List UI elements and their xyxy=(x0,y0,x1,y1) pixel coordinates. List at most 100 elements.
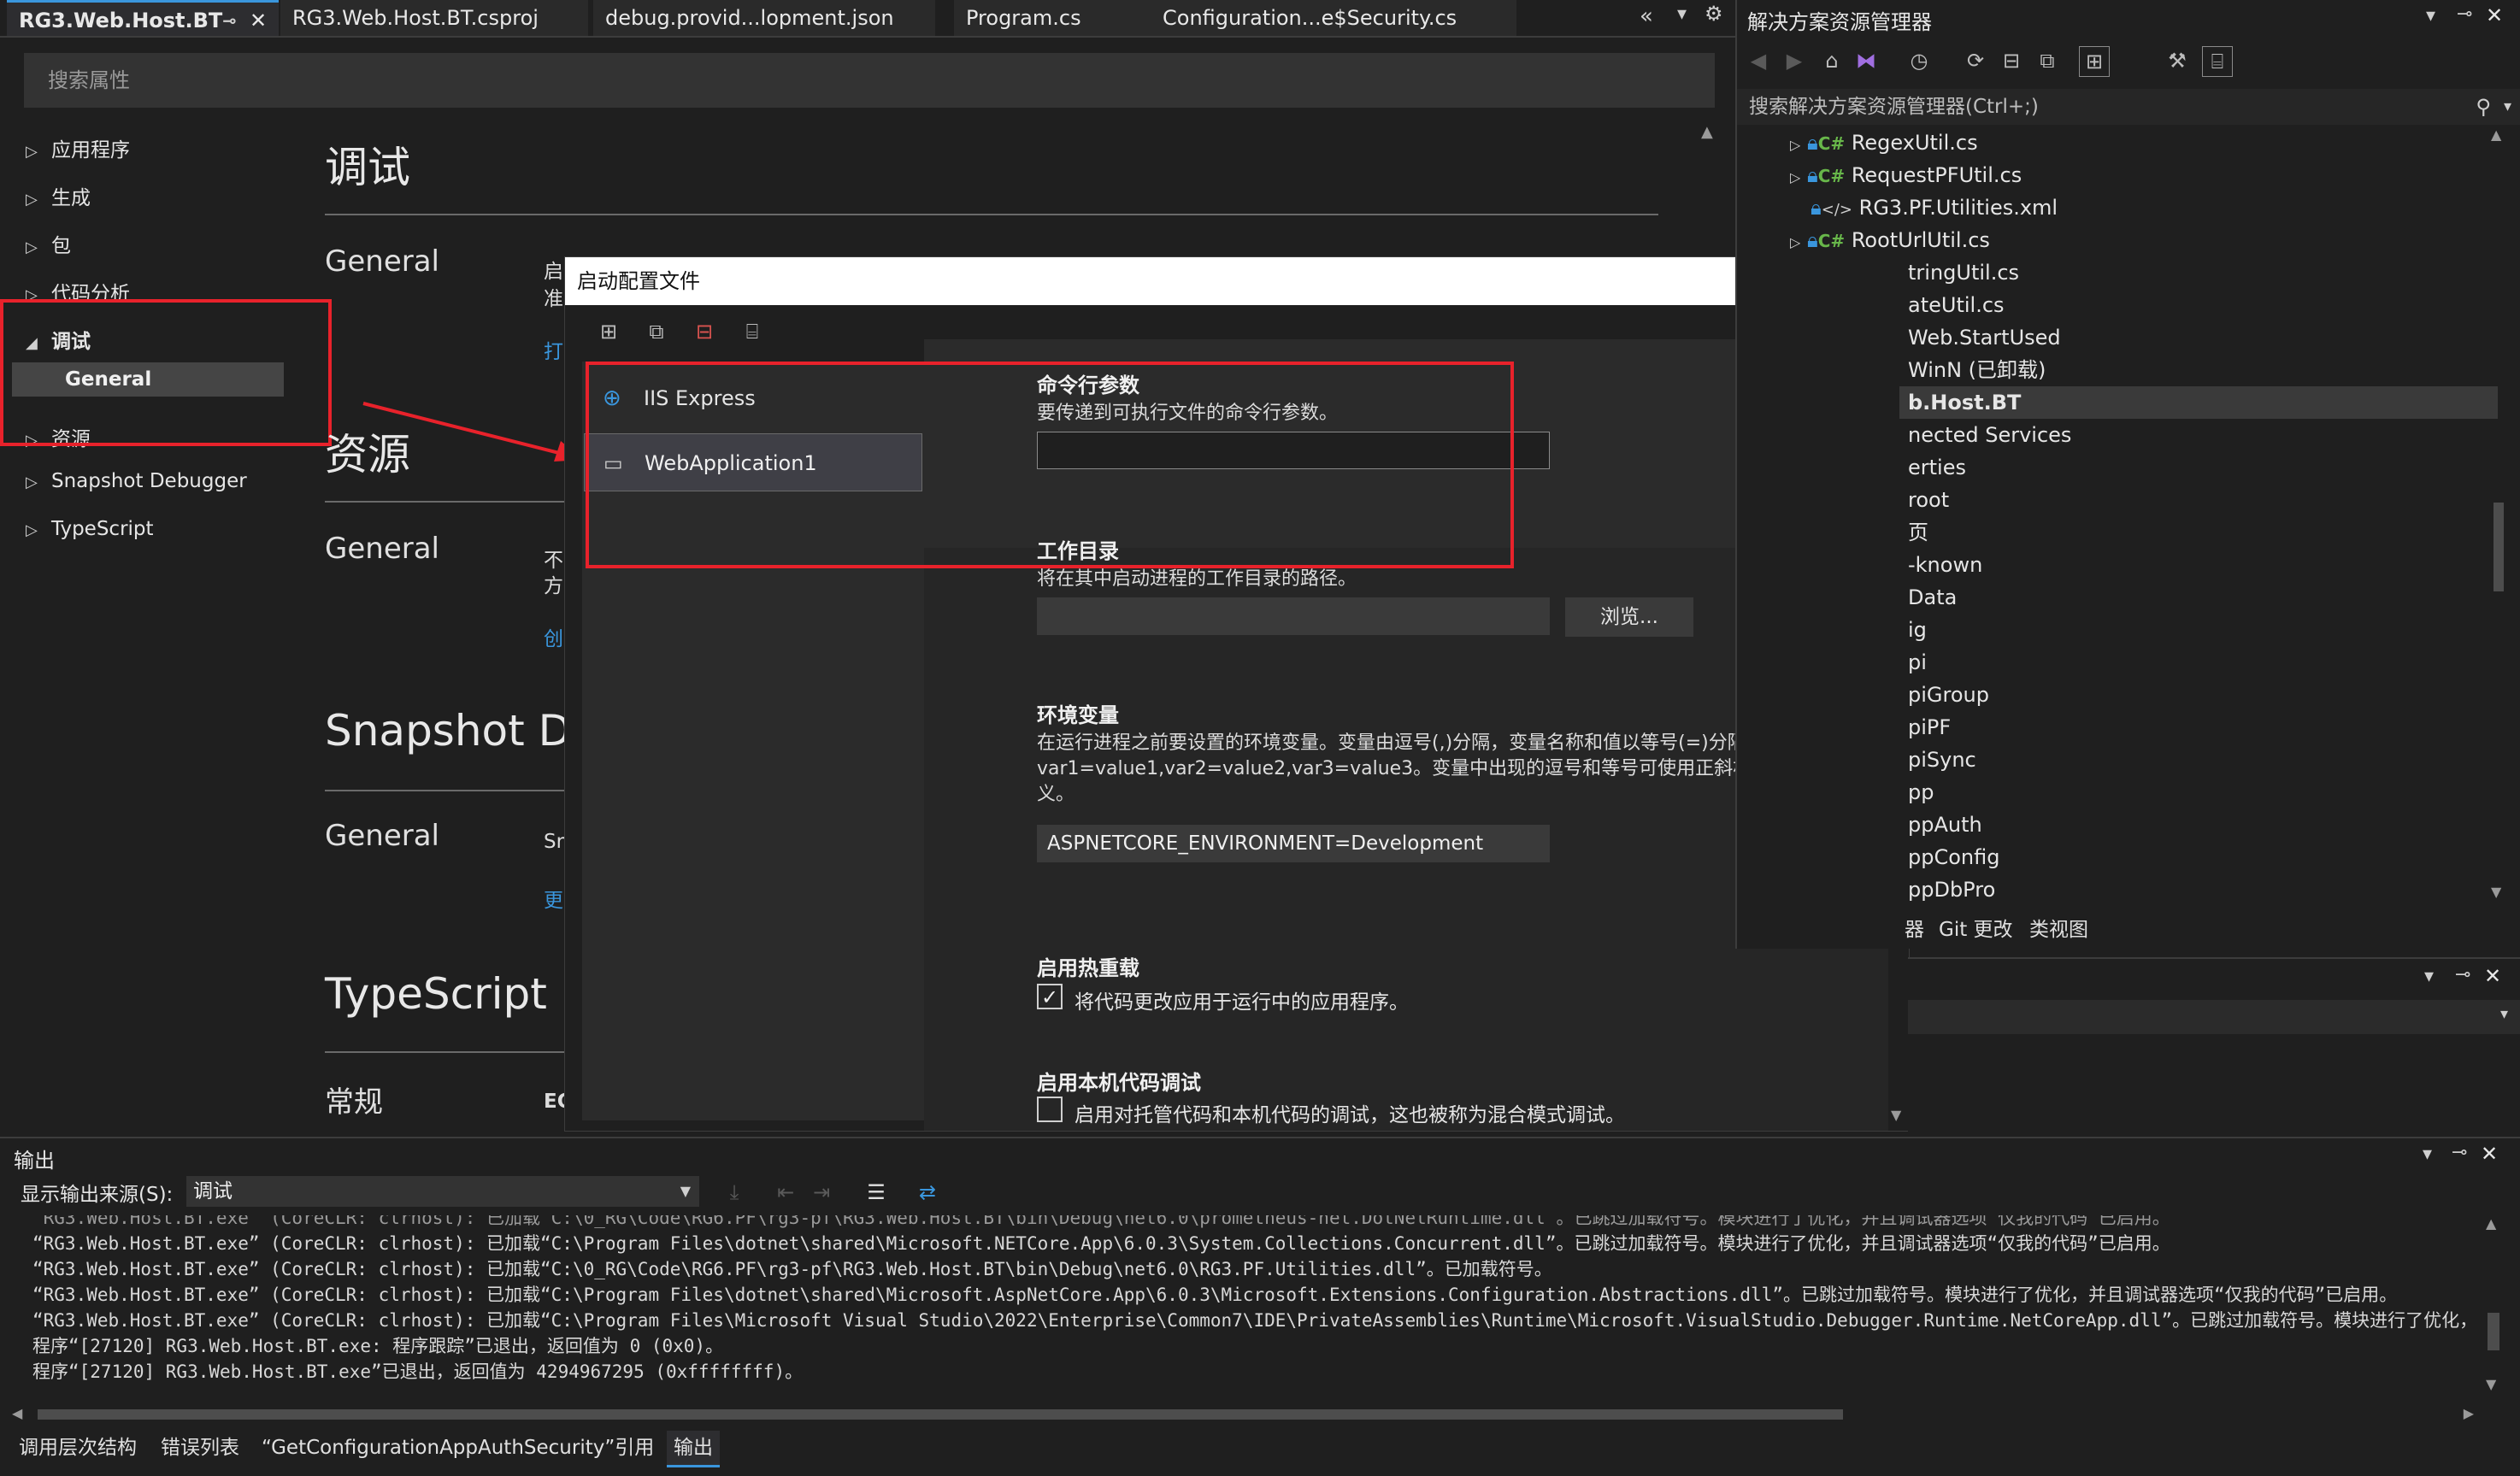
output-hscrollbar[interactable]: ◀ ▶ xyxy=(12,1405,2474,1424)
nav-package[interactable]: ▷ 包 xyxy=(26,229,71,258)
show-all-icon[interactable]: ⧉ xyxy=(2033,46,2062,75)
goto-location-icon[interactable]: ⤓ xyxy=(720,1178,749,1207)
nav-build[interactable]: ▷ 生成 xyxy=(26,181,91,210)
tree-item[interactable]: piGroup xyxy=(1908,679,1989,711)
section-link[interactable]: 创 xyxy=(544,622,563,651)
tab-rg3-web-host-bt[interactable]: RG3.Web.Host.BT ⊸ ✕ xyxy=(7,0,279,36)
nav-application[interactable]: ▷ 应用程序 xyxy=(26,133,130,162)
scroll-thumb[interactable] xyxy=(2488,1313,2499,1350)
output-text-area[interactable]: “RG3.Web.Host.BT.exe” (CoreCLR: clrhost)… xyxy=(12,1215,2474,1386)
tree-item[interactable]: ppConfig xyxy=(1908,841,1999,873)
pin-icon[interactable]: ⊸ xyxy=(222,3,237,36)
close-icon[interactable]: ✕ xyxy=(2486,3,2503,27)
tree-item[interactable]: ateUtil.cs xyxy=(1908,289,2005,321)
chevron-down-icon[interactable]: ▾ xyxy=(2424,966,2434,987)
chevron-down-icon[interactable]: ▾ xyxy=(2500,1005,2508,1023)
tree-item[interactable]: pi xyxy=(1908,646,1927,679)
clear-all-icon[interactable]: ☰ xyxy=(862,1178,891,1207)
tree-item[interactable]: piPF xyxy=(1908,711,1951,744)
history-icon[interactable]: ◷ xyxy=(1905,46,1934,75)
scroll-thumb[interactable] xyxy=(38,1409,1843,1420)
tree-item[interactable]: 🔒︎</> RG3.PF.Utilities.xml xyxy=(1811,191,2058,224)
tree-item[interactable]: root xyxy=(1908,484,1949,516)
tree-item[interactable]: piSync xyxy=(1908,744,1976,776)
scroll-up-icon[interactable]: ▲ xyxy=(2491,126,2501,143)
tree-item[interactable]: ppAuth xyxy=(1908,809,1982,841)
hot-reload-checkbox[interactable]: ✓ xyxy=(1037,984,1063,1009)
nav-snapshot-debugger[interactable]: ▷ Snapshot Debugger xyxy=(26,470,247,492)
tab-dropdown-icon[interactable]: ▾ xyxy=(1677,3,1687,25)
tab-git-changes[interactable]: Git 更改 xyxy=(1939,913,2013,947)
tree-item[interactable]: tringUtil.cs xyxy=(1908,256,2019,289)
section-link[interactable]: 打 xyxy=(544,335,563,364)
word-wrap-icon[interactable]: ⇄ xyxy=(913,1178,942,1207)
tab-output[interactable]: 输出 xyxy=(667,1431,720,1467)
search-icon[interactable]: ⚲ xyxy=(2476,89,2491,125)
tree-item[interactable]: Data xyxy=(1908,581,1957,614)
scroll-left-icon[interactable]: ◀ xyxy=(12,1405,22,1421)
pin-icon[interactable]: ⊸ xyxy=(2452,1142,2467,1163)
scroll-down-icon[interactable]: ▼ xyxy=(2486,1376,2496,1392)
tab-csproj[interactable]: RG3.Web.Host.BT.csproj xyxy=(280,0,588,36)
output-source-select[interactable]: 调试 ▼ xyxy=(186,1176,699,1207)
tab-call-hierarchy[interactable]: 调用层次结构 xyxy=(12,1431,144,1465)
tree-item[interactable]: erties xyxy=(1908,451,1966,484)
tree-item[interactable]: ig xyxy=(1908,614,1927,646)
close-icon[interactable]: ✕ xyxy=(2484,964,2501,988)
close-icon[interactable]: ✕ xyxy=(250,3,267,36)
tree-item[interactable]: pp xyxy=(1908,776,1934,809)
tree-item[interactable]: -known xyxy=(1908,549,1982,581)
delete-profile-icon[interactable]: ⊟ xyxy=(690,317,719,346)
sync-view-icon[interactable]: ⊞ xyxy=(2079,46,2110,77)
scroll-right-icon[interactable]: ▶ xyxy=(2464,1405,2474,1421)
working-dir-input[interactable] xyxy=(1037,597,1550,635)
home-icon[interactable]: ⌂ xyxy=(1817,46,1846,75)
scroll-thumb[interactable] xyxy=(2494,503,2504,591)
copy-profile-icon[interactable]: ⧉ xyxy=(642,317,671,346)
tree-item[interactable]: ppDbPro xyxy=(1908,873,1995,906)
tree-item[interactable]: Web.StartUsed xyxy=(1908,321,2061,354)
collapse-icon[interactable]: ⊟ xyxy=(1997,46,2026,75)
tab-references[interactable]: “GetConfigurationAppAuthSecurity”引用 xyxy=(255,1431,661,1465)
scroll-down-icon[interactable]: ▼ xyxy=(1891,1107,1901,1123)
tab-class-view[interactable]: 类视图 xyxy=(2029,913,2088,947)
scroll-up-icon[interactable]: ▲ xyxy=(1701,123,1713,141)
tab-overflow-icon[interactable]: « xyxy=(1640,3,1653,29)
native-debug-checkbox[interactable] xyxy=(1037,1097,1063,1122)
new-profile-icon[interactable]: ⊞ xyxy=(594,317,623,346)
tree-item-project[interactable]: b.Host.BT xyxy=(1908,386,2021,419)
browse-button[interactable]: 浏览... xyxy=(1565,597,1693,637)
scroll-up-icon[interactable]: ▲ xyxy=(2486,1215,2496,1232)
tab-program-cs[interactable]: Program.cs xyxy=(954,0,1154,36)
tab-debug-json[interactable]: debug.provid...lopment.json xyxy=(593,0,935,36)
solution-search-input[interactable]: 搜索解决方案资源管理器(Ctrl+;) ⚲ ▾ xyxy=(1737,89,2520,125)
pin-icon[interactable]: ⊸ xyxy=(2457,3,2472,25)
search-properties-input[interactable]: 搜索属性 xyxy=(24,53,1715,108)
gear-icon[interactable]: ⚙ xyxy=(1705,2,1723,26)
tree-item[interactable]: 页 xyxy=(1908,516,1928,549)
scroll-down-icon[interactable]: ▼ xyxy=(2491,884,2501,900)
tree-item[interactable]: ▷ 🔒︎C# RootUrlUtil.cs xyxy=(1790,224,1990,256)
chevron-down-icon[interactable]: ▾ xyxy=(2426,5,2435,26)
refresh-icon[interactable]: ⟳ xyxy=(1961,46,1990,75)
tree-item[interactable]: ▷ 🔒︎C# RequestPFUtil.cs xyxy=(1790,159,2022,191)
tab-configuration-security[interactable]: Configuration...e$Security.cs xyxy=(1151,0,1516,36)
solution-scrollbar[interactable]: ▲ ▼ xyxy=(2486,126,2511,911)
close-icon[interactable]: ✕ xyxy=(2481,1142,2498,1166)
back-icon[interactable]: ◀ xyxy=(1744,46,1773,75)
chevron-down-icon[interactable]: ▾ xyxy=(2423,1144,2432,1165)
wrench-icon[interactable]: ⚒ xyxy=(2163,46,2192,75)
rename-profile-icon[interactable]: ⌸ xyxy=(738,317,767,346)
next-message-icon[interactable]: ⇥ xyxy=(807,1178,836,1207)
pin-icon[interactable]: ⊸ xyxy=(2455,964,2470,985)
prev-message-icon[interactable]: ⇤ xyxy=(771,1178,800,1207)
tree-item[interactable]: nected Services xyxy=(1908,419,2071,451)
preview-icon[interactable]: ⌸ xyxy=(2202,46,2233,77)
tab-error-list[interactable]: 错误列表 xyxy=(154,1431,246,1465)
vs-icon[interactable]: ⧓ xyxy=(1852,46,1881,75)
tab-solution-explorer[interactable]: 器 xyxy=(1905,913,1924,947)
forward-icon[interactable]: ▶ xyxy=(1780,46,1809,75)
section-link[interactable]: 更 xyxy=(544,884,563,913)
tree-item[interactable]: WinN (已卸载) xyxy=(1908,354,2046,386)
env-vars-input[interactable]: ASPNETCORE_ENVIRONMENT=Development xyxy=(1037,825,1550,862)
